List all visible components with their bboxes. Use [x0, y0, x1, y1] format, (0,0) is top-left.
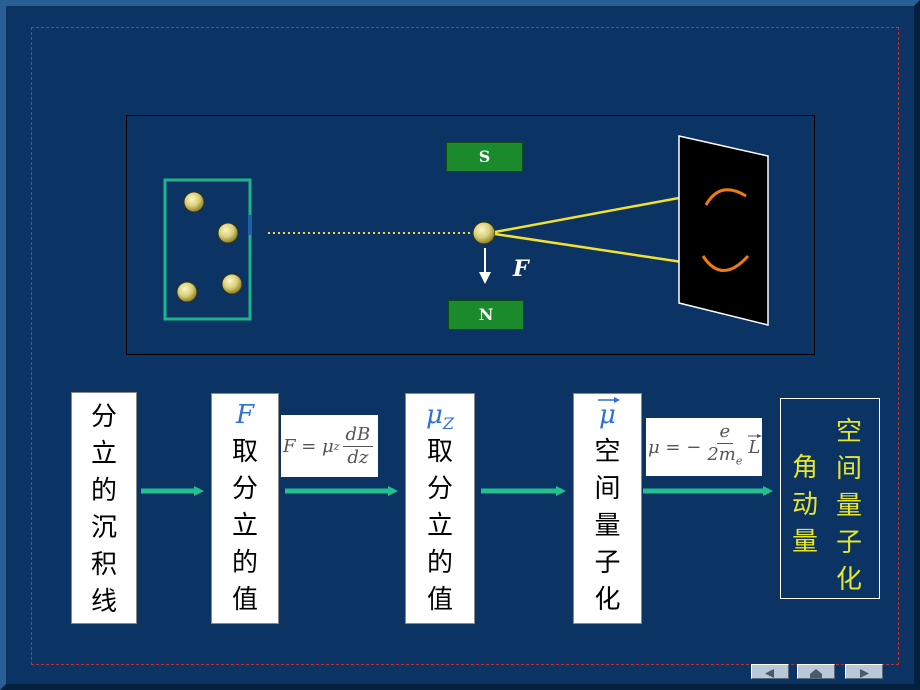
box3-char: 的 [426, 548, 453, 578]
box5-col-b-char: 量 [836, 491, 863, 521]
force-arrow-head [479, 272, 491, 284]
magnet-south-pole: S [446, 142, 523, 172]
force-label: F [513, 256, 529, 282]
mu-space-quantization-box: μ 空 间 量 子 化 [573, 393, 642, 624]
magnetic-moment-formula: μ = − e 2me L [646, 418, 763, 476]
force-discrete-box: F 取 分 立 的 值 [211, 393, 279, 624]
box3-char: 值 [426, 585, 453, 615]
angular-momentum-text: 角 动 量 [792, 450, 818, 561]
atom [221, 273, 243, 295]
vector-arrow-icon [748, 433, 763, 438]
box5-col-a-char: 量 [792, 527, 819, 557]
box3-char: 立 [426, 511, 453, 541]
force-formula: F = μz dB dz [281, 415, 379, 477]
box2-char: 立 [231, 511, 258, 541]
box1-char: 分 [90, 402, 117, 432]
box2-char: 值 [231, 585, 258, 615]
box2-char: 取 [231, 437, 258, 467]
box1-char: 沉 [90, 513, 117, 543]
mu-vector-symbol: μ [598, 397, 621, 434]
force-symbol: F [235, 400, 255, 430]
formula1-lhs: F = μ [283, 435, 334, 457]
atom [176, 281, 198, 303]
box2-char: 分 [231, 474, 258, 504]
vector-arrow-icon [598, 397, 621, 403]
right-triangle-icon [860, 669, 869, 678]
mu-vector-letter: μ [599, 400, 616, 430]
box5-col-b-char: 子 [836, 528, 863, 558]
mu-z-symbol: μZ [426, 400, 454, 434]
box2-char: 的 [231, 548, 258, 578]
box1-char: 线 [90, 587, 117, 617]
space-quantization-text: 空 间 量 子 化 [836, 414, 862, 599]
box4-char: 量 [594, 511, 621, 541]
formula1-denominator: dz [347, 446, 369, 468]
home-button[interactable] [797, 664, 835, 679]
formula1-sub: z [333, 439, 340, 453]
moving-atom [472, 221, 496, 245]
box5-col-b-char: 间 [836, 454, 863, 484]
formula2-denominator: 2me [704, 444, 745, 473]
box4-char: 空 [594, 437, 621, 467]
atom [183, 191, 205, 213]
formula2-rhs: L [748, 433, 763, 458]
next-slide-button[interactable] [845, 664, 883, 679]
box1-char: 的 [90, 476, 117, 506]
box3-char: 分 [426, 474, 453, 504]
box5-col-b-char: 空 [836, 417, 863, 447]
left-triangle-icon [765, 669, 774, 678]
mu-z-symbol-main: μ [425, 400, 443, 430]
formula2-lhs: μ = − [648, 436, 702, 458]
mu-z-symbol-sub: Z [442, 414, 455, 434]
atom [217, 222, 239, 244]
formula1-fraction: dB dz [342, 424, 374, 469]
formula2-rhs-letter: L [748, 436, 761, 458]
box1-char: 立 [90, 439, 117, 469]
box5-col-a-char: 动 [792, 490, 819, 520]
formula2-den-main: 2m [707, 444, 736, 466]
box5-col-a-char: 角 [792, 453, 819, 483]
mu-z-discrete-box: μZ 取 分 立 的 值 [405, 393, 475, 624]
detector-screen [678, 135, 769, 326]
box5-col-b-char: 化 [836, 565, 863, 595]
box1-char: 积 [90, 550, 117, 580]
box4-char: 子 [594, 548, 621, 578]
oven-slit [248, 215, 252, 235]
formula2-den-sub: e [735, 454, 743, 468]
home-icon [810, 669, 822, 678]
magnet-north-pole: N [448, 300, 524, 330]
formula1-numerator: dB [342, 424, 374, 447]
oven [163, 178, 252, 321]
box4-char: 间 [594, 474, 621, 504]
formula2-numerator: e [716, 421, 734, 445]
box4-char: 化 [594, 585, 621, 615]
prev-slide-button[interactable] [751, 664, 789, 679]
deposition-lines-box: 分 立 的 沉 积 线 [71, 392, 137, 624]
box3-char: 取 [426, 437, 453, 467]
formula2-fraction: e 2me [704, 421, 745, 473]
